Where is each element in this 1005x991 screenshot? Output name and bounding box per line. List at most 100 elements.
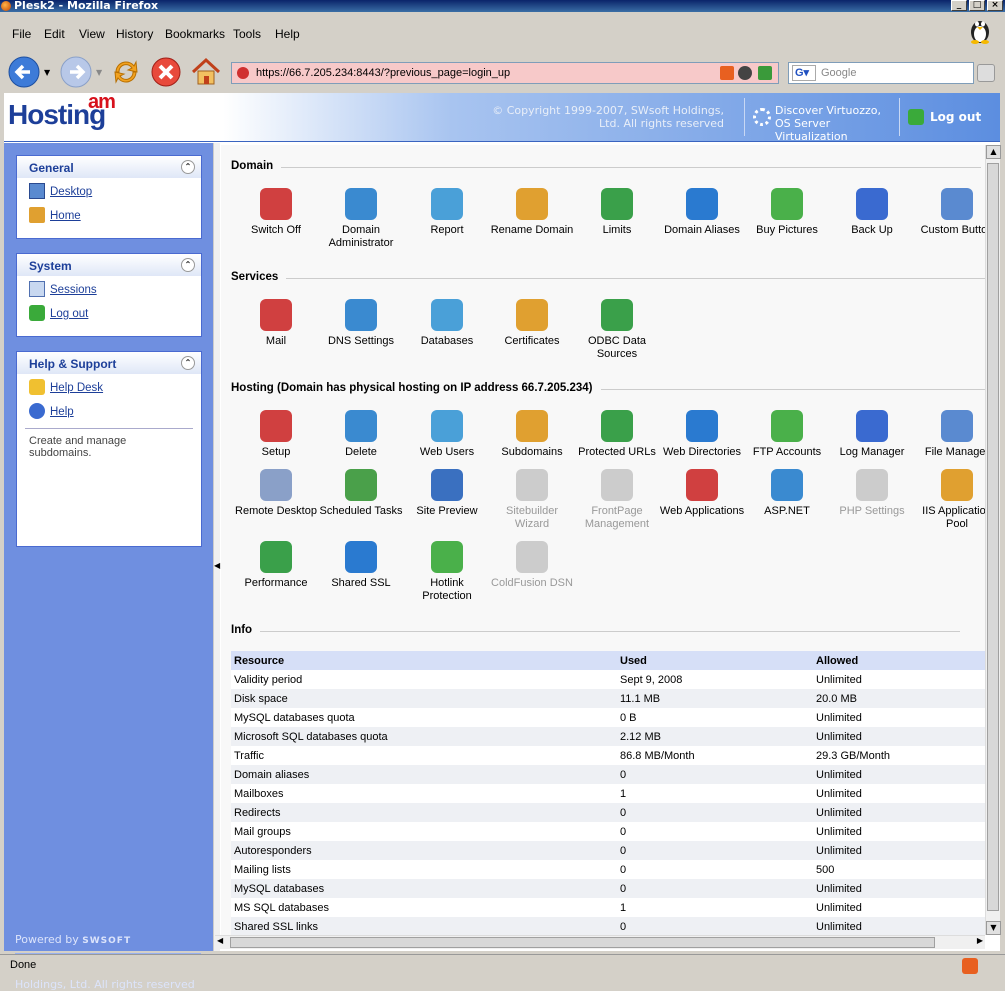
scroll-up-button[interactable]: ▲ xyxy=(986,145,1001,159)
sidebar-item-label[interactable]: Help xyxy=(50,406,74,418)
tool-web-directories[interactable]: Web Directories xyxy=(659,410,745,459)
horizontal-scrollbar[interactable]: ◀ ▶ xyxy=(215,935,985,949)
scroll-down-button[interactable]: ▼ xyxy=(986,921,1001,935)
menu-help[interactable]: Help xyxy=(275,27,300,41)
menu-bookmarks[interactable]: Bookmarks xyxy=(165,27,225,41)
maximize-button[interactable]: □ xyxy=(969,0,985,11)
search-engine-google-icon[interactable]: G▾ xyxy=(792,65,816,81)
security-status-icon[interactable] xyxy=(962,958,978,974)
sidebar-item-label[interactable]: Sessions xyxy=(50,284,97,296)
tool-domain-administrator[interactable]: Domain Administrator xyxy=(318,188,404,250)
tool-delete[interactable]: Delete xyxy=(318,410,404,459)
scroll-left-button[interactable]: ◀ xyxy=(217,936,223,945)
collapse-sidebar-icon[interactable]: ◀ xyxy=(214,561,220,570)
search-magnifier-icon[interactable] xyxy=(977,64,995,82)
horizontal-scroll-thumb[interactable] xyxy=(230,937,935,948)
tool-ftp-accounts[interactable]: FTP Accounts xyxy=(744,410,830,459)
sidebar-item-label[interactable]: Desktop xyxy=(50,186,92,198)
back-dropdown-icon[interactable]: ▼ xyxy=(44,68,50,77)
back-icon[interactable] xyxy=(8,56,40,88)
sidebar-item-label[interactable]: Help Desk xyxy=(50,382,103,394)
tool-certificates[interactable]: Certificates xyxy=(489,299,575,348)
tool-hotlink-protection[interactable]: Hotlink Protection xyxy=(404,541,490,603)
go-button[interactable] xyxy=(758,66,772,80)
menu-file[interactable]: File xyxy=(12,27,31,41)
cell-resource: Shared SSL links xyxy=(231,917,617,935)
tool-label: Mail xyxy=(265,335,287,347)
menu-history[interactable]: History xyxy=(116,27,153,41)
tool-buy-pictures[interactable]: Buy Pictures xyxy=(744,188,830,237)
tool-asp-net[interactable]: ASP.NET xyxy=(744,469,830,518)
tool-report[interactable]: Report xyxy=(404,188,490,237)
sidebar-item-home[interactable]: Home xyxy=(17,202,201,226)
sidebar-item-helpdesk[interactable]: Help Desk xyxy=(17,374,201,398)
url-bar[interactable]: https://66.7.205.234:8443/?previous_page… xyxy=(231,62,779,84)
tool-web-users[interactable]: Web Users xyxy=(404,410,490,459)
tool-setup[interactable]: Setup xyxy=(233,410,319,459)
collapse-icon[interactable]: ⌃ xyxy=(181,258,195,272)
col-resource: Resource xyxy=(231,651,617,670)
tool-web-applications[interactable]: Web Applications xyxy=(659,469,745,518)
powered-label: Powered by xyxy=(15,933,79,946)
tool-dns-settings[interactable]: DNS Settings xyxy=(318,299,404,348)
bookmark-star-icon[interactable] xyxy=(738,66,752,80)
forward-icon[interactable] xyxy=(60,56,92,88)
hostingam-logo[interactable]: Hosting am xyxy=(8,91,116,131)
sidebar-item-desktop[interactable]: Desktop xyxy=(17,178,201,202)
tool-log-manager[interactable]: Log Manager xyxy=(829,410,915,459)
sidebar-item-label[interactable]: Log out xyxy=(50,308,88,320)
tool-back-up[interactable]: Back Up xyxy=(829,188,915,237)
scroll-right-button[interactable]: ▶ xyxy=(977,936,983,945)
tool-protected-urls[interactable]: Protected URLs xyxy=(574,410,660,459)
tool-label: Domain Administrator xyxy=(328,224,394,249)
tool-file-manager[interactable]: File Manager xyxy=(914,410,985,459)
forward-dropdown-icon[interactable]: ▼ xyxy=(96,68,102,77)
sidebar-splitter[interactable]: ◀ xyxy=(213,143,220,951)
tool-performance[interactable]: Performance xyxy=(233,541,319,590)
tool-databases[interactable]: Databases xyxy=(404,299,490,348)
tool-remote-desktop[interactable]: Remote Desktop xyxy=(233,469,319,518)
collapse-icon[interactable]: ⌃ xyxy=(181,160,195,174)
close-window-button[interactable]: × xyxy=(987,0,1003,11)
tool-switch-off[interactable]: Switch Off xyxy=(233,188,319,237)
search-input[interactable]: G▾ Google xyxy=(788,62,995,84)
panel-help-header[interactable]: Help & Support ⌃ xyxy=(17,352,201,374)
security-warning-icon[interactable] xyxy=(720,66,734,80)
sidebar-item-help[interactable]: Help xyxy=(17,398,201,422)
home-icon[interactable] xyxy=(190,56,222,88)
tool-shared-ssl[interactable]: Shared SSL xyxy=(318,541,404,590)
tool-label: Shared SSL xyxy=(331,577,391,589)
tool-subdomains[interactable]: Subdomains xyxy=(489,410,575,459)
tool-limits[interactable]: Limits xyxy=(574,188,660,237)
cell-used: 11.1 MB xyxy=(617,689,813,708)
tool-rename-domain[interactable]: Rename Domain xyxy=(489,188,575,237)
collapse-icon[interactable]: ⌃ xyxy=(181,356,195,370)
tool-odbc-data-sources[interactable]: ODBC Data Sources xyxy=(574,299,660,361)
tool-domain-aliases[interactable]: Domain Aliases xyxy=(659,188,745,237)
sidebar-item-label[interactable]: Home xyxy=(50,210,81,222)
table-row: MySQL databases quota 0 B Unlimited xyxy=(231,708,985,727)
minimize-button[interactable]: _ xyxy=(951,0,967,11)
sidebar-item-logout[interactable]: Log out xyxy=(17,300,201,324)
tool-custom-button[interactable]: Custom Button xyxy=(914,188,985,237)
tool-label: FrontPage Management xyxy=(584,505,650,530)
tool-iis-application-pool[interactable]: IIS Application Pool xyxy=(914,469,985,531)
panel-system-header[interactable]: System ⌃ xyxy=(17,254,201,276)
menu-tools[interactable]: Tools xyxy=(233,27,261,41)
stop-icon[interactable] xyxy=(150,56,182,88)
vertical-scroll-thumb[interactable] xyxy=(987,163,999,911)
discover-virtuozzo-link[interactable]: Discover Virtuozzo, OS Server Virtualiza… xyxy=(744,98,894,143)
menu-edit[interactable]: Edit xyxy=(44,27,65,41)
vertical-scrollbar[interactable]: ▲ ▼ xyxy=(985,145,1001,935)
tool-mail[interactable]: Mail xyxy=(233,299,319,348)
tool-label: Certificates xyxy=(504,335,560,347)
header-logout-button[interactable]: Log out xyxy=(899,98,999,136)
sidebar-item-sessions[interactable]: Sessions xyxy=(17,276,201,300)
reload-icon[interactable] xyxy=(110,56,142,88)
menu-view[interactable]: View xyxy=(79,27,105,41)
tool-scheduled-tasks[interactable]: Scheduled Tasks xyxy=(318,469,404,518)
panel-system-title: System xyxy=(29,259,72,273)
tool-label: Domain Aliases xyxy=(664,224,740,236)
panel-general-header[interactable]: General ⌃ xyxy=(17,156,201,178)
tool-site-preview[interactable]: Site Preview xyxy=(404,469,490,518)
